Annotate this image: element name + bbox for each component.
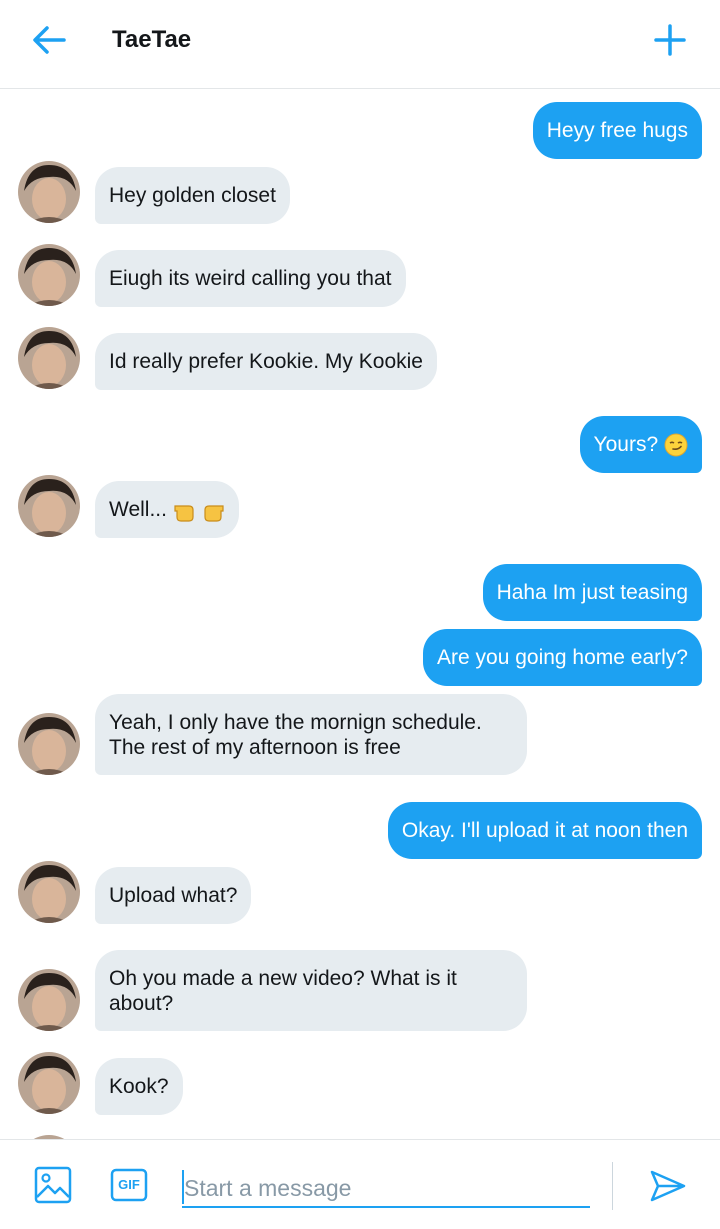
outgoing-message[interactable]: Haha Im just teasing <box>482 564 702 621</box>
send-icon <box>650 1170 686 1202</box>
avatar[interactable] <box>18 244 80 306</box>
message-input[interactable] <box>182 1170 590 1208</box>
outgoing-message[interactable]: Heyy free hugs <box>532 102 702 159</box>
add-photo-button[interactable] <box>34 1166 72 1204</box>
send-button[interactable] <box>648 1168 688 1204</box>
avatar[interactable] <box>18 1052 80 1114</box>
smirk-emoji <box>664 433 688 457</box>
text-cursor <box>182 1170 184 1204</box>
avatar[interactable] <box>18 969 80 1031</box>
outgoing-message[interactable]: Are you going home early? <box>423 629 702 686</box>
image-icon <box>34 1166 72 1204</box>
plus-icon <box>654 24 686 56</box>
conversation-title[interactable]: TaeTae <box>112 26 191 54</box>
incoming-message[interactable]: Yeah, I only have the mornign schedule. … <box>95 694 527 775</box>
message-thread[interactable]: Heyy free hugs Hey golden closet Eiugh i… <box>0 89 720 1139</box>
pointing-fingers-emoji <box>174 505 224 523</box>
message-composer: GIF <box>0 1139 720 1229</box>
avatar[interactable] <box>18 713 80 775</box>
back-button[interactable] <box>28 22 72 58</box>
incoming-message[interactable]: Eiugh its weird calling you that <box>95 250 406 307</box>
incoming-message[interactable]: Id really prefer Kookie. My Kookie <box>95 333 437 390</box>
avatar[interactable] <box>18 861 80 923</box>
incoming-message[interactable]: Upload what? <box>95 867 252 924</box>
incoming-message[interactable]: Kook? <box>95 1058 183 1115</box>
avatar[interactable] <box>18 475 80 537</box>
incoming-message[interactable]: Well... <box>95 481 239 538</box>
incoming-message[interactable]: Oh you made a new video? What is it abou… <box>95 950 527 1031</box>
avatar[interactable] <box>18 161 80 223</box>
new-message-button[interactable] <box>648 20 692 60</box>
conversation-header: TaeTae <box>0 0 720 89</box>
add-gif-button[interactable]: GIF <box>110 1168 148 1202</box>
outgoing-message[interactable]: Yours? <box>579 416 702 473</box>
composer-divider <box>612 1162 613 1210</box>
arrow-left-icon <box>33 26 66 54</box>
avatar[interactable] <box>18 327 80 389</box>
outgoing-message[interactable]: Okay. I'll upload it at noon then <box>387 802 702 859</box>
incoming-message[interactable]: Hey golden closet <box>95 167 290 224</box>
